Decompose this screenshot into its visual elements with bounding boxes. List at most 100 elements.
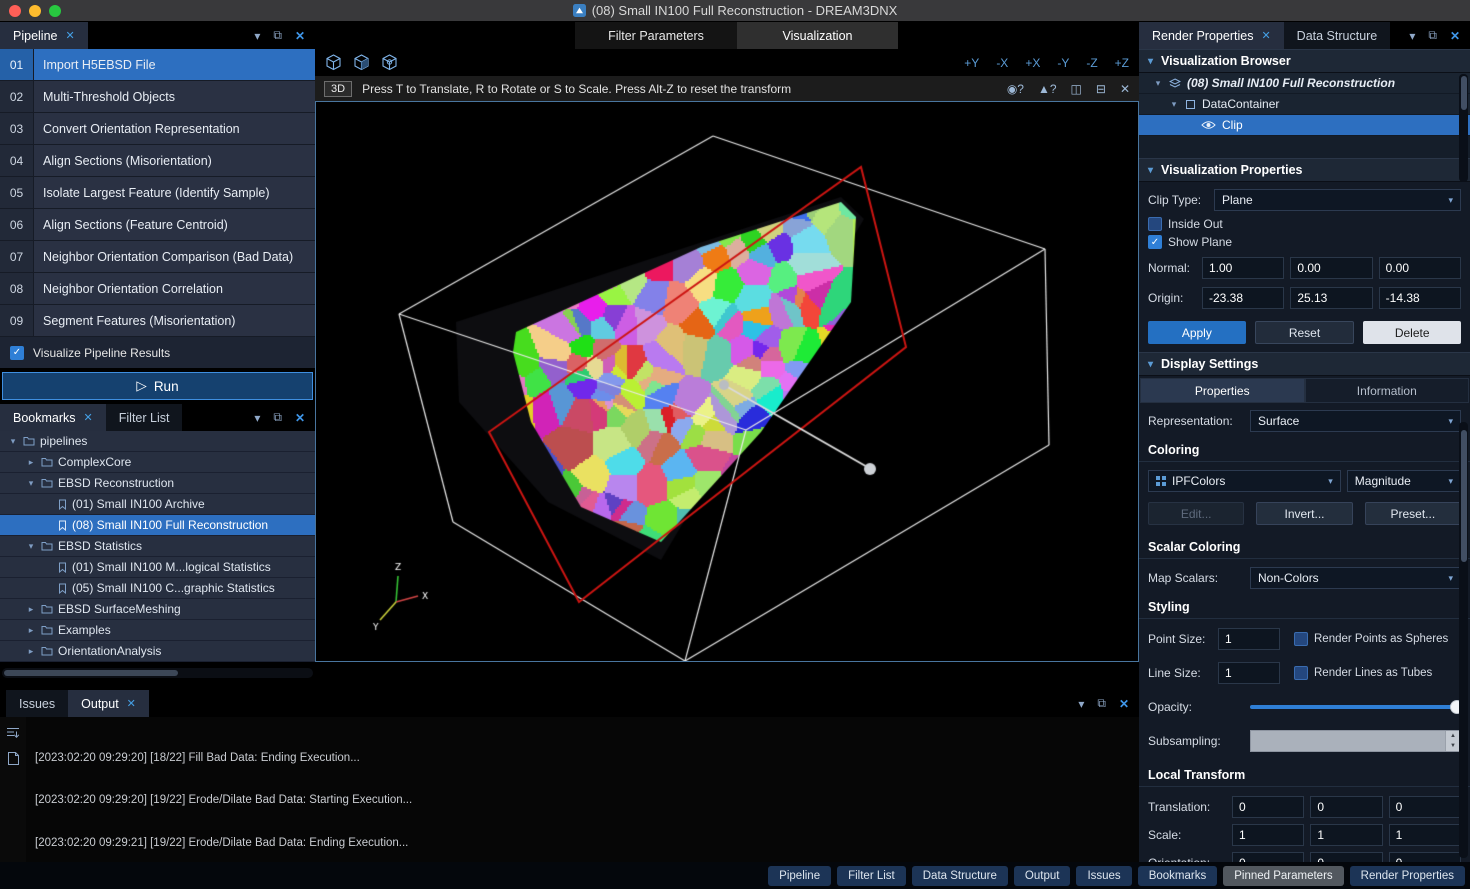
chevron-down-icon[interactable]: ▾ [26,478,36,489]
view-mode-badge[interactable]: 3D [324,81,352,97]
tab-issues[interactable]: Issues [6,690,68,717]
tab-properties[interactable]: Properties [1140,378,1305,403]
tree-item-examples[interactable]: ▸Examples [0,620,315,641]
browser-item-clip[interactable]: Clip [1139,115,1470,136]
tab-data-structure[interactable]: Data Structure [1284,22,1391,49]
origin-z-input[interactable] [1379,287,1461,309]
pipeline-item[interactable]: 05Isolate Largest Feature (Identify Samp… [0,177,315,209]
tab-render-properties[interactable]: Render Properties ✕ [1139,22,1284,49]
axis-plus-z-button[interactable]: +Z [1115,56,1129,70]
panel-close-icon[interactable]: ✕ [295,411,305,425]
chevron-right-icon[interactable]: ▸ [26,457,36,468]
origin-x-input[interactable] [1202,287,1284,309]
tree-item-archive[interactable]: (01) Small IN100 Archive [0,494,315,515]
tab-filter-list[interactable]: Filter List [106,404,183,431]
statusbar-data-structure-button[interactable]: Data Structure [912,866,1008,886]
normal-z-input[interactable] [1379,257,1461,279]
panel-close-icon[interactable]: ✕ [1119,697,1129,711]
viewport-3d[interactable] [315,101,1139,662]
pipeline-item[interactable]: 09Segment Features (Misorientation) [0,305,315,337]
render-points-checkbox[interactable] [1294,632,1308,646]
bookmarks-horizontal-scrollbar[interactable] [2,668,313,678]
panel-float-icon[interactable]: ⧉ [273,28,282,43]
tab-output[interactable]: Output ✕ [68,690,149,717]
show-plane-checkbox[interactable]: ✓ [1148,235,1162,249]
tree-item-full-reconstruction[interactable]: (08) Small IN100 Full Reconstruction [0,515,315,536]
pipeline-item[interactable]: 02Multi-Threshold Objects [0,81,315,113]
scale-x-input[interactable] [1232,824,1304,846]
panel-dropdown-icon[interactable]: ▾ [1409,29,1415,43]
normal-x-input[interactable] [1202,257,1284,279]
orientation-x-input[interactable] [1232,852,1304,862]
scrollbar-thumb[interactable] [4,670,178,676]
pipeline-item[interactable]: 07Neighbor Orientation Comparison (Bad D… [0,241,315,273]
snap-view-icon[interactable] [353,54,370,71]
translation-x-input[interactable] [1232,796,1304,818]
panel-float-icon[interactable]: ⧉ [273,410,282,425]
close-view-icon[interactable]: ✕ [1120,82,1130,96]
orientation-y-input[interactable] [1310,852,1382,862]
color-component-dropdown[interactable]: Magnitude ▾ [1347,470,1461,492]
panel-float-icon[interactable]: ⧉ [1428,28,1437,43]
axis-plus-y-button[interactable]: +Y [964,56,979,70]
tree-item-ebsd-surfacemeshing[interactable]: ▸EBSD SurfaceMeshing [0,599,315,620]
pipeline-item[interactable]: 06Align Sections (Feature Centroid) [0,209,315,241]
tab-information[interactable]: Information [1305,378,1470,403]
transform-help-icon[interactable]: ▲? [1038,82,1057,96]
pipeline-item[interactable]: 03Convert Orientation Representation [0,113,315,145]
visualization-properties-header[interactable]: ▾ Visualization Properties [1139,158,1470,182]
browser-item-datacontainer[interactable]: ▾ DataContainer [1139,94,1470,115]
split-vertical-icon[interactable]: ◫ [1071,82,1082,96]
tree-item-crystallographic-stats[interactable]: (05) Small IN100 C...graphic Statistics [0,578,315,599]
line-size-input[interactable] [1218,662,1280,684]
tab-pipeline[interactable]: Pipeline ✕ [0,22,88,49]
window-minimize-button[interactable] [29,5,41,17]
pipeline-item[interactable]: 04Align Sections (Misorientation) [0,145,315,177]
visualize-results-checkbox[interactable]: ✓ [10,346,24,360]
chevron-right-icon[interactable]: ▸ [26,625,36,636]
panel-close-icon[interactable]: ✕ [295,29,305,43]
browser-item-root[interactable]: ▾ (08) Small IN100 Full Reconstruction [1139,73,1470,94]
tree-item-pipelines[interactable]: ▾pipelines [0,431,315,452]
chevron-down-icon[interactable]: ▾ [1148,359,1153,370]
tab-close-icon[interactable]: ✕ [1261,29,1270,42]
map-scalars-dropdown[interactable]: Non-Colors ▾ [1250,567,1461,589]
panel-dropdown-icon[interactable]: ▾ [254,411,260,425]
chevron-down-icon[interactable]: ▾ [1153,78,1163,89]
tab-close-icon[interactable]: ✕ [65,29,74,42]
panel-dropdown-icon[interactable]: ▾ [1078,697,1084,711]
picker-help-icon[interactable]: ◉? [1007,82,1024,96]
axis-minus-y-button[interactable]: -Y [1057,56,1069,70]
tree-item-orientationanalysis[interactable]: ▸OrientationAnalysis [0,641,315,662]
panel-dropdown-icon[interactable]: ▾ [254,29,260,43]
tree-item-complexcore[interactable]: ▸ComplexCore [0,452,315,473]
point-size-input[interactable] [1218,628,1280,650]
chevron-down-icon[interactable]: ▾ [26,541,36,552]
scale-y-input[interactable] [1310,824,1382,846]
scrollbar-thumb[interactable] [1461,76,1467,110]
opacity-slider[interactable] [1250,705,1461,709]
translation-z-input[interactable] [1389,796,1461,818]
orientation-z-input[interactable] [1389,852,1461,862]
statusbar-bookmarks-button[interactable]: Bookmarks [1138,866,1218,886]
tab-visualization[interactable]: Visualization [737,22,898,49]
origin-y-input[interactable] [1290,287,1372,309]
spin-up-icon[interactable]: ▲ [1446,731,1460,741]
statusbar-pipeline-button[interactable]: Pipeline [768,866,831,886]
chevron-right-icon[interactable]: ▸ [26,604,36,615]
chevron-down-icon[interactable]: ▾ [1148,165,1153,176]
console-log[interactable]: [2023:02:20 09:29:20] [18/22] Fill Bad D… [26,717,450,862]
statusbar-output-button[interactable]: Output [1014,866,1071,886]
display-settings-header[interactable]: ▾ Display Settings [1139,352,1470,376]
inside-out-checkbox[interactable] [1148,217,1162,231]
preset-colors-button[interactable]: Preset... [1365,502,1461,525]
panel-close-icon[interactable]: ✕ [1450,29,1460,43]
run-button[interactable]: ▷ Run [2,372,313,400]
reset-button[interactable]: Reset [1255,321,1355,344]
pipeline-item[interactable]: 01Import H5EBSD File [0,49,315,81]
spin-down-icon[interactable]: ▼ [1446,741,1460,751]
save-output-icon[interactable] [7,751,20,766]
axis-minus-z-button[interactable]: -Z [1086,56,1097,70]
clip-type-dropdown[interactable]: Plane ▾ [1214,189,1461,211]
normal-y-input[interactable] [1290,257,1372,279]
